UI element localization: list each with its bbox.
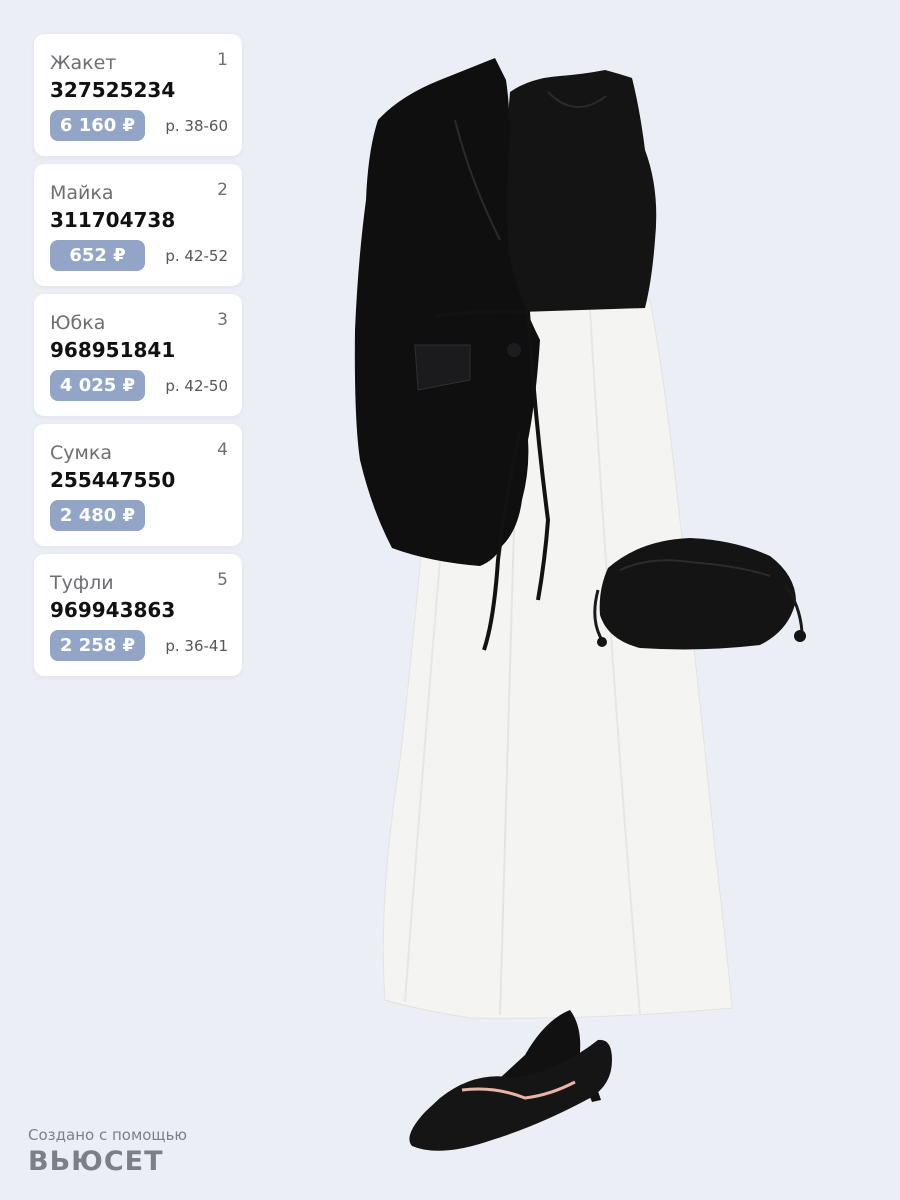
brand-logo[interactable]: ВЬЮСЕТ [28, 1146, 164, 1177]
outfit-illustration [354, 58, 806, 1151]
shoes-image [409, 1010, 612, 1151]
tank-top-image [505, 70, 657, 312]
created-with-caption: Создано с помощью [28, 1126, 188, 1144]
